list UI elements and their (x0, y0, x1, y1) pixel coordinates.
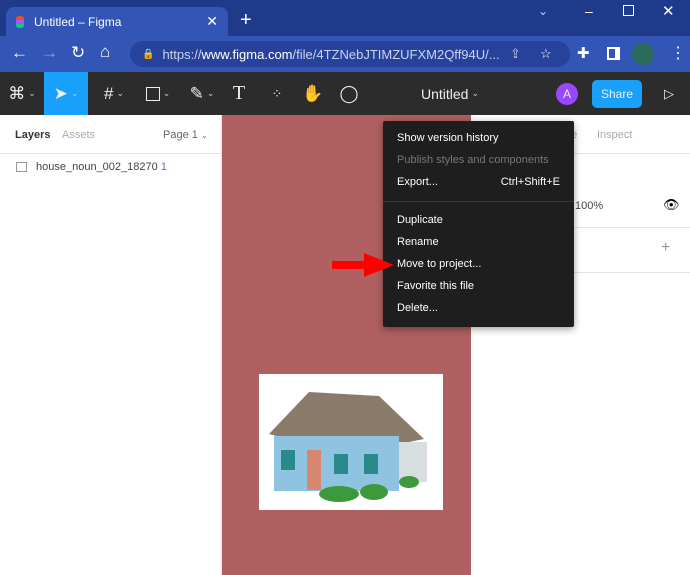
present-button[interactable]: ▷ (660, 72, 678, 115)
menu-item-show-version-history[interactable]: Show version history (397, 127, 560, 149)
house-illustration-icon (269, 392, 427, 502)
profile-avatar[interactable] (632, 43, 654, 65)
red-arrow-annotation-icon (332, 253, 394, 277)
menu-label: Show version history (397, 132, 499, 144)
reload-icon[interactable]: ↻ (71, 43, 85, 63)
shape-tool-button[interactable]: ⌄ (140, 72, 176, 115)
hand-tool-button[interactable]: ✋ (302, 72, 324, 115)
maximize-icon[interactable] (623, 5, 634, 16)
layers-panel: Layers Assets Page 1 ⌄ house_noun_002_18… (0, 115, 222, 575)
components-icon: ⁘ (271, 85, 283, 101)
text-tool-button[interactable]: T (228, 72, 250, 115)
url-path: /file/4TZNebJTIMZUFXM2Qff94U/... (292, 46, 500, 62)
comment-icon: ◯ (339, 83, 359, 103)
layer-name: house_noun_002_18270 (36, 161, 158, 173)
browser-tab-strip: Untitled – Figma ✕ + ⌄ – ✕ (0, 0, 690, 36)
visibility-eye-icon[interactable]: 👁 (663, 197, 680, 213)
main-menu-button[interactable]: ⌘ ⌄ (0, 72, 44, 115)
tab-title: Untitled – Figma (34, 14, 122, 29)
minimize-icon[interactable]: – (585, 3, 593, 19)
page-name: Page 1 (163, 129, 198, 141)
menu-item-export[interactable]: Export... Ctrl+Shift+E (397, 171, 560, 193)
menu-separator (383, 201, 574, 202)
menu-item-favorite[interactable]: Favorite this file (397, 275, 560, 297)
divider (0, 153, 222, 154)
side-panel-icon[interactable] (607, 47, 620, 60)
layer-row[interactable]: house_noun_002_18270 1 (16, 161, 167, 173)
move-tool-button[interactable]: ➤ ⌄ (44, 72, 88, 115)
pen-icon: ✎ (189, 83, 204, 103)
close-window-icon[interactable]: ✕ (662, 2, 675, 20)
text-icon: T (232, 82, 246, 104)
avatar-letter: A (562, 87, 571, 101)
figma-favicon-icon (16, 15, 24, 28)
browser-menu-icon[interactable]: ⋮ (670, 43, 686, 63)
menu-item-duplicate[interactable]: Duplicate (397, 209, 560, 231)
menu-item-publish-styles: Publish styles and components (397, 149, 560, 171)
lock-icon: 🔒 (142, 48, 155, 60)
comment-tool-button[interactable]: ◯ (338, 72, 360, 115)
menu-item-rename[interactable]: Rename (397, 231, 560, 253)
cursor-icon: ➤ (53, 83, 68, 103)
menu-label: Export... (397, 176, 438, 188)
forward-icon[interactable]: → (41, 43, 58, 63)
menu-label: Duplicate (397, 214, 443, 226)
house-image[interactable] (259, 374, 443, 510)
menu-label: Publish styles and components (397, 154, 549, 166)
user-avatar[interactable]: A (556, 83, 578, 105)
add-effect-icon[interactable]: + (661, 239, 670, 257)
figma-logo-icon: ⌘ (8, 83, 26, 103)
play-icon: ▷ (664, 85, 674, 101)
image-icon (16, 162, 27, 172)
tab-search-icon[interactable]: ⌄ (538, 4, 548, 18)
browser-tab[interactable]: Untitled – Figma ✕ (6, 7, 228, 36)
layer-suffix: 1 (160, 161, 167, 173)
bookmark-star-icon[interactable]: ☆ (540, 46, 552, 62)
file-menu-dropdown: Show version history Publish styles and … (383, 121, 574, 327)
url-bar[interactable]: 🔒 https://www.figma.com/file/4TZNebJTIMZ… (130, 41, 570, 67)
menu-shortcut: Ctrl+Shift+E (500, 176, 560, 188)
file-title: Untitled (420, 85, 469, 102)
menu-label: Delete... (397, 302, 438, 314)
url-prefix: https:// (162, 46, 202, 62)
chevron-down-icon: ⌄ (471, 88, 479, 98)
tab-assets[interactable]: Assets (62, 129, 95, 141)
figma-toolbar: ⌘ ⌄ ➤ ⌄ # ⌄ ⌄ ✎ ⌄ T ⁘ ✋ ◯ Untitled ⌄ A Share … (0, 72, 690, 115)
home-icon[interactable]: ⌂ (100, 42, 110, 62)
menu-label: Rename (397, 236, 439, 248)
menu-item-delete[interactable]: Delete... (397, 297, 560, 319)
extensions-icon[interactable]: ✚ (577, 44, 590, 62)
close-tab-icon[interactable]: ✕ (206, 13, 218, 30)
hand-icon: ✋ (302, 83, 324, 103)
address-bar-row: ← → ↻ ⌂ 🔒 https://www.figma.com/file/4TZ… (0, 36, 690, 72)
menu-label: Favorite this file (397, 280, 475, 292)
tab-inspect[interactable]: Inspect (597, 129, 632, 141)
menu-item-move-to-project[interactable]: Move to project... (397, 253, 560, 275)
frame-icon: # (103, 83, 114, 103)
rectangle-icon (145, 86, 160, 101)
pen-tool-button[interactable]: ✎ ⌄ (184, 72, 220, 115)
resources-button[interactable]: ⁘ (266, 72, 288, 115)
frame-tool-button[interactable]: # ⌄ (96, 72, 132, 115)
share-button[interactable]: Share (592, 80, 642, 108)
menu-label: Move to project... (397, 258, 482, 270)
file-title-button[interactable]: Untitled ⌄ (410, 72, 490, 115)
opacity-value[interactable]: 100% (575, 200, 603, 212)
share-page-icon[interactable]: ⇪ (510, 46, 521, 62)
share-label: Share (600, 87, 634, 101)
url-host: www.figma.com (201, 46, 293, 62)
page-selector[interactable]: Page 1 ⌄ (163, 129, 208, 141)
back-icon[interactable]: ← (11, 43, 28, 63)
new-tab-icon[interactable]: + (240, 9, 252, 32)
tab-layers[interactable]: Layers (15, 129, 50, 141)
